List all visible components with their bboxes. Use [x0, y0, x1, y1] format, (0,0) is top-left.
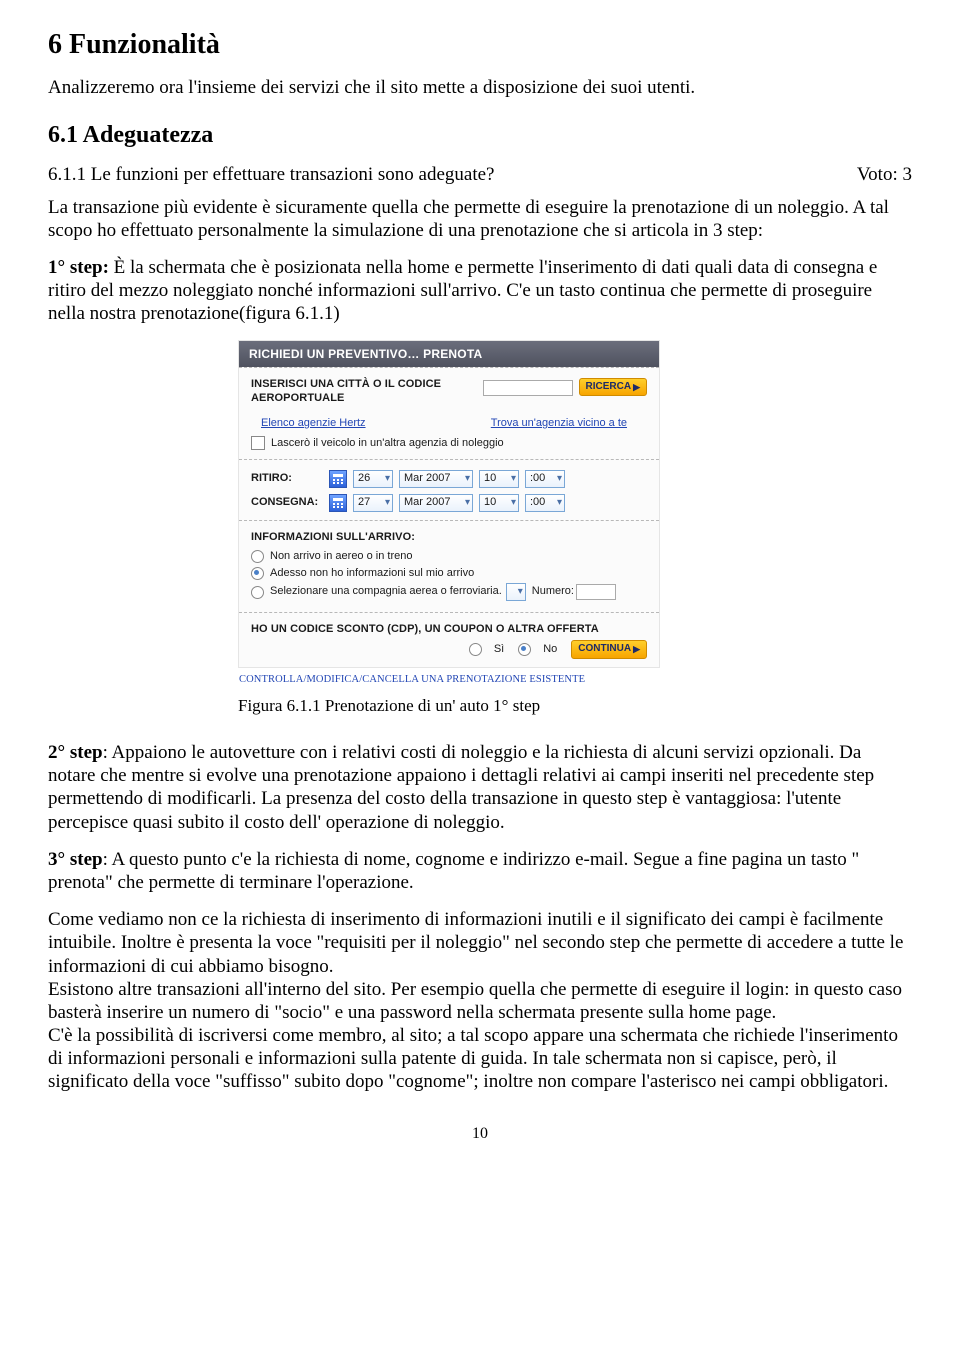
paragraph-intuition: Come vediamo non ce la richiesta di inse…	[48, 908, 912, 978]
ritiro-month-select[interactable]: Mar 2007	[399, 470, 473, 488]
step3-text: : A questo punto c'e la richiesta di nom…	[48, 849, 859, 893]
chevron-right-icon: ▶	[633, 644, 640, 655]
widget-header: RICHIEDI UN PREVENTIVO… PRENOTA	[239, 341, 659, 368]
figure-caption: Figura 6.1.1 Prenotazione di un' auto 1°…	[238, 696, 912, 717]
ritiro-day-select[interactable]: 26	[353, 470, 393, 488]
sconto-no-label: No	[543, 643, 557, 656]
arrivo-opt3-label: Selezionare una compagnia aerea o ferrov…	[270, 585, 502, 598]
step2-label: 2° step	[48, 742, 103, 763]
arrivo-radio-none[interactable]	[251, 550, 264, 563]
section-6-1-1-title: 6.1.1 Le funzioni per effettuare transaz…	[48, 163, 495, 186]
consegna-label: CONSEGNA:	[251, 496, 323, 509]
paragraph-step3: 3° step: A questo punto c'e la richiesta…	[48, 848, 912, 894]
heading-6: 6 Funzionalità	[48, 28, 912, 62]
section-title-row: 6.1.1 Le funzioni per effettuare transaz…	[48, 163, 912, 186]
heading-6-1: 6.1 Adeguatezza	[48, 121, 912, 150]
link-trova-agenzia[interactable]: Trova un'agenzia vicino a te	[491, 417, 627, 430]
paragraph-transaction-intro: La transazione più evidente è sicurament…	[48, 196, 912, 242]
arrivo-radio-company[interactable]	[251, 586, 264, 599]
ritiro-minute-select[interactable]: :00	[525, 470, 565, 488]
consegna-month-select[interactable]: Mar 2007	[399, 494, 473, 512]
section-6-1-1-vote: Voto: 3	[857, 163, 912, 186]
dates-section: RITIRO: 26 Mar 2007 10 :00 CONSEGNA: 27 …	[239, 459, 659, 520]
paragraph-intro: Analizzeremo ora l'insieme dei servizi c…	[48, 76, 912, 99]
booking-widget-wrap: RICHIEDI UN PREVENTIVO… PRENOTA INSERISC…	[238, 340, 658, 691]
arrivo-section: INFORMAZIONI SULL'ARRIVO: Non arrivo in …	[239, 520, 659, 612]
arrivo-opt2-label: Adesso non ho informazioni sul mio arriv…	[270, 567, 474, 580]
different-dropoff-label: Lascerò il veicolo in un'altra agenzia d…	[271, 437, 504, 449]
company-select[interactable]	[506, 583, 526, 601]
arrivo-title: INFORMAZIONI SULL'ARRIVO:	[251, 531, 647, 544]
sconto-si-label: Sì	[494, 643, 504, 656]
ricerca-button[interactable]: RICERCA▶	[579, 378, 647, 396]
numero-input[interactable]	[576, 584, 616, 600]
paragraph-other-transactions: Esistono altre transazioni all'interno d…	[48, 978, 912, 1024]
sconto-section: HO UN CODICE SCONTO (CDP), UN COUPON O A…	[239, 612, 659, 667]
arrivo-opt1-label: Non arrivo in aereo o in treno	[270, 550, 412, 563]
paragraph-step2: 2° step: Appaiono le autovetture con i r…	[48, 741, 912, 834]
chevron-right-icon: ▶	[633, 382, 640, 393]
manage-booking-link[interactable]: CONTROLLA/MODIFICA/CANCELLA UNA PRENOTAZ…	[238, 668, 658, 691]
sconto-radio-no[interactable]	[518, 643, 531, 656]
step2-text: : Appaiono le autovetture con i relativi…	[48, 742, 874, 833]
page-number: 10	[48, 1124, 912, 1144]
calendar-icon[interactable]	[329, 470, 347, 488]
calendar-icon[interactable]	[329, 494, 347, 512]
ritiro-label: RITIRO:	[251, 472, 323, 485]
consegna-hour-select[interactable]: 10	[479, 494, 519, 512]
step1-text: È la schermata che è posizionata nella h…	[48, 257, 877, 324]
arrivo-radio-noinfo[interactable]	[251, 567, 264, 580]
step1-label: 1° step:	[48, 257, 109, 278]
sconto-title: HO UN CODICE SCONTO (CDP), UN COUPON O A…	[251, 623, 647, 636]
step3-label: 3° step	[48, 849, 103, 870]
location-label: INSERISCI UNA CITTÀ O IL CODICE AEROPORT…	[251, 378, 477, 405]
consegna-minute-select[interactable]: :00	[525, 494, 565, 512]
continua-button[interactable]: CONTINUA▶	[571, 640, 647, 658]
booking-widget: RICHIEDI UN PREVENTIVO… PRENOTA INSERISC…	[238, 340, 660, 668]
different-dropoff-checkbox[interactable]	[251, 436, 265, 450]
ritiro-hour-select[interactable]: 10	[479, 470, 519, 488]
paragraph-signup: C'è la possibilità di iscriversi come me…	[48, 1024, 912, 1094]
sconto-radio-si[interactable]	[469, 643, 482, 656]
ricerca-button-label: RICERCA	[586, 381, 632, 393]
paragraph-step1: 1° step: È la schermata che è posizionat…	[48, 256, 912, 326]
link-elenco-agenzie[interactable]: Elenco agenzie Hertz	[261, 417, 366, 430]
numero-label: Numero:	[532, 585, 574, 598]
location-section: INSERISCI UNA CITTÀ O IL CODICE AEROPORT…	[239, 367, 659, 459]
location-input[interactable]	[483, 380, 573, 396]
consegna-day-select[interactable]: 27	[353, 494, 393, 512]
continua-button-label: CONTINUA	[578, 643, 631, 655]
